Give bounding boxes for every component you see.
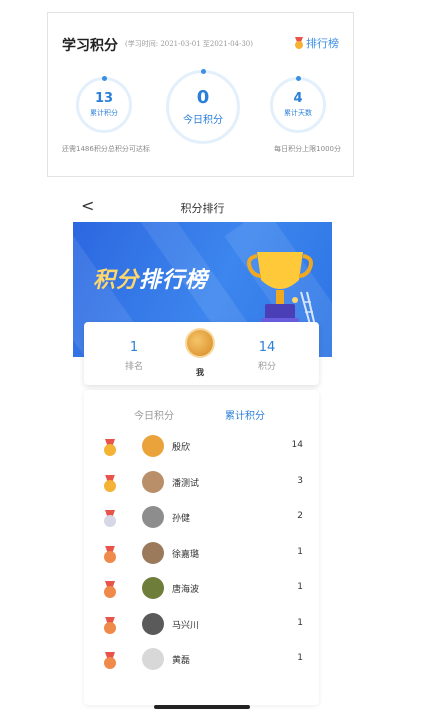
- member-score: 1: [297, 546, 303, 557]
- cumulative-days-value: 4: [293, 91, 303, 106]
- medal-icon: [104, 439, 116, 456]
- medal-disc: [104, 444, 116, 456]
- my-rank-label: 排名: [124, 362, 143, 372]
- today-points-label: 今日积分: [183, 115, 223, 126]
- daily-limit-note: 每日积分上限1000分: [274, 145, 341, 153]
- list-item: 徐嘉璐 1: [84, 535, 319, 571]
- avatar: [142, 435, 164, 457]
- nav-bar: < 积分排行: [73, 192, 332, 222]
- avatar: [142, 541, 164, 564]
- summary-title: 学习积分: [62, 38, 118, 54]
- ranking-list-card: 今日积分 累计积分 殷欣 14 潘测试 3 孙健 2 徐嘉璐 1 唐海波 1 马兴川 1 黄磊 1: [84, 390, 319, 705]
- member-score: 2: [297, 511, 303, 521]
- member-name: 孙健: [172, 514, 191, 524]
- member-score: 14: [291, 440, 303, 450]
- list-item: 黄磊 1: [84, 641, 319, 677]
- tab-cumulative-points[interactable]: 累计积分: [225, 407, 265, 422]
- avatar: [142, 470, 164, 493]
- member-name: 徐嘉璐: [172, 549, 200, 560]
- points-summary-card: 学习积分 (学习时间: 2021-03-01 至2021-04-30) 排行榜 …: [47, 12, 354, 177]
- tab-today-points[interactable]: 今日积分: [134, 407, 174, 422]
- leaderboard-link-label: 排行榜: [306, 37, 339, 50]
- medal-icon: [104, 545, 116, 563]
- medal-icon: [104, 652, 116, 669]
- list-item: 唐海波 1: [84, 570, 319, 606]
- medal-disc: [104, 550, 116, 563]
- my-score-label: 积分: [257, 362, 276, 372]
- member-score: 1: [297, 653, 303, 663]
- banner-title-rest: 排行榜: [139, 268, 209, 293]
- cumulative-points-label: 累计积分: [90, 109, 118, 117]
- avatar: [142, 648, 164, 670]
- medal-icon: [104, 474, 116, 492]
- my-rank-value: 1: [129, 340, 139, 355]
- cumulative-points-ring: 13 累计积分: [76, 76, 132, 133]
- list-item: 马兴川 1: [84, 606, 319, 642]
- progress-dot: [295, 76, 301, 81]
- list-item: 孙健 2: [84, 499, 319, 535]
- my-score-value: 14: [258, 340, 276, 355]
- home-indicator: [154, 705, 250, 709]
- progress-dot: [200, 69, 206, 74]
- avatar: [142, 506, 164, 528]
- list-item: 潘测试 3: [84, 464, 319, 500]
- list-item: 殷欣 14: [84, 428, 319, 464]
- avatar: [142, 612, 164, 635]
- study-date-range: (学习时间: 2021-03-01 至2021-04-30): [125, 40, 253, 48]
- medal-disc: [104, 621, 116, 634]
- banner-title: 积分排行榜: [93, 262, 208, 294]
- medal-icon: [104, 510, 116, 527]
- my-rank: 1 排名: [104, 340, 164, 372]
- my-name: 我: [196, 368, 204, 377]
- member-name: 马兴川: [172, 620, 200, 631]
- today-points-ring: 0 今日积分: [166, 69, 240, 144]
- member-score: 1: [297, 617, 303, 628]
- ranking-screen: < 积分排行 积分排行榜 1 排名 我 14 积分 今日积分 累计积分 殷欣 1…: [73, 192, 332, 727]
- cumulative-days-ring: 4 累计天数: [270, 76, 326, 133]
- trophy-icon: [247, 252, 315, 329]
- medal-icon: [295, 37, 303, 49]
- medal-disc: [104, 657, 116, 669]
- medal-disc: [104, 515, 116, 527]
- medal-icon: [104, 616, 116, 634]
- banner-title-accent: 积分: [93, 268, 140, 293]
- medal-disc: [104, 586, 116, 598]
- leaderboard-link[interactable]: 排行榜: [295, 35, 339, 51]
- member-score: 3: [297, 475, 303, 486]
- today-points-value: 0: [196, 87, 210, 108]
- medal-icon: [104, 581, 116, 598]
- member-name: 黄磊: [172, 656, 191, 666]
- points-needed-note: 还需1486积分总积分可达标: [62, 145, 150, 153]
- cumulative-points-value: 13: [94, 91, 114, 106]
- member-score: 1: [297, 582, 303, 592]
- cumulative-days-label: 累计天数: [284, 109, 312, 117]
- avatar: [185, 328, 215, 358]
- medal-disc: [104, 479, 116, 492]
- page-title: 积分排行: [180, 202, 225, 215]
- member-name: 殷欣: [172, 443, 191, 453]
- member-name: 潘测试: [172, 478, 200, 489]
- my-rank-card: 1 排名 我 14 积分: [84, 322, 319, 385]
- avatar: [142, 577, 164, 599]
- progress-dot: [101, 76, 107, 81]
- my-score: 14 积分: [237, 340, 297, 372]
- member-name: 唐海波: [172, 585, 200, 595]
